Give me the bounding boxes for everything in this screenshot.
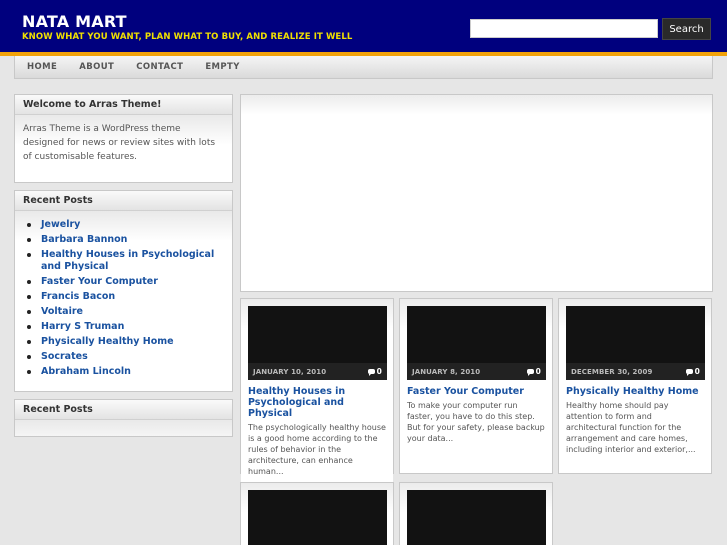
featured-slideshow[interactable] (240, 94, 713, 292)
recent-post-link[interactable]: Faster Your Computer (25, 276, 224, 288)
post-date: DECEMBER 30, 2009 (571, 367, 653, 376)
post-card (399, 482, 553, 545)
post-thumbnail[interactable] (248, 490, 387, 545)
post-title[interactable]: Healthy Houses in Psychological and Phys… (248, 380, 386, 419)
post-title[interactable]: Faster Your Computer (407, 380, 545, 397)
widget-title: Recent Posts (15, 400, 232, 420)
recent-posts-widget: Recent Posts Jewelry Barbara Bannon Heal… (14, 190, 233, 392)
post-meta: JANUARY 8, 2010 0 (407, 363, 546, 380)
welcome-widget: Welcome to Arras Theme! Arras Theme is a… (14, 94, 233, 183)
post-card: DECEMBER 30, 2009 0 Physically Healthy H… (558, 298, 712, 474)
post-thumbnail[interactable]: JANUARY 8, 2010 0 (407, 306, 546, 380)
post-thumbnail[interactable] (407, 490, 546, 545)
site-tagline: KNOW WHAT YOU WANT, PLAN WHAT TO BUY, AN… (22, 32, 353, 42)
recent-post-link[interactable]: Barbara Bannon (25, 234, 224, 246)
recent-post-link[interactable]: Physically Healthy Home (25, 336, 224, 348)
nav-item-empty[interactable]: EMPTY (194, 62, 250, 72)
post-card: JANUARY 10, 2010 0 Healthy Houses in Psy… (240, 298, 394, 483)
welcome-text: Arras Theme is a WordPress theme designe… (15, 115, 232, 182)
post-thumbnail[interactable]: JANUARY 10, 2010 0 (248, 306, 387, 380)
post-meta: DECEMBER 30, 2009 0 (566, 363, 705, 380)
site-header: NATA MART KNOW WHAT YOU WANT, PLAN WHAT … (0, 0, 727, 52)
comment-icon (685, 369, 693, 376)
post-excerpt: Healthy home should pay attention to for… (566, 401, 696, 454)
recent-posts-widget-2: Recent Posts (14, 399, 233, 437)
comment-count[interactable]: 0 (685, 367, 700, 376)
comment-icon (526, 369, 534, 376)
nav-item-home[interactable]: HOME (15, 62, 68, 72)
recent-post-link[interactable]: Healthy Houses in Psychological and Phys… (25, 249, 224, 273)
nav-item-about[interactable]: ABOUT (68, 62, 125, 72)
search-button[interactable]: Search (662, 18, 711, 40)
comment-icon (367, 369, 375, 376)
nav-item-contact[interactable]: CONTACT (125, 62, 194, 72)
recent-post-link[interactable]: Francis Bacon (25, 291, 224, 303)
post-thumbnail[interactable]: DECEMBER 30, 2009 0 (566, 306, 705, 380)
recent-post-link[interactable]: Harry S Truman (25, 321, 224, 333)
recent-post-link[interactable]: Abraham Lincoln (25, 366, 224, 378)
recent-post-link[interactable]: Jewelry (25, 219, 224, 231)
post-card (240, 482, 394, 545)
post-excerpt: To make your computer run faster, you ha… (407, 401, 545, 443)
comment-count[interactable]: 0 (526, 367, 541, 376)
post-meta: JANUARY 10, 2010 0 (248, 363, 387, 380)
post-date: JANUARY 10, 2010 (253, 367, 327, 376)
widget-title: Welcome to Arras Theme! (15, 95, 232, 115)
search-input[interactable] (470, 19, 658, 38)
site-title[interactable]: NATA MART (22, 12, 127, 31)
main-nav: HOME ABOUT CONTACT EMPTY (14, 56, 713, 79)
recent-posts-list: Jewelry Barbara Bannon Healthy Houses in… (23, 219, 224, 378)
recent-post-link[interactable]: Socrates (25, 351, 224, 363)
recent-post-link[interactable]: Voltaire (25, 306, 224, 318)
comment-count[interactable]: 0 (367, 367, 382, 376)
post-date: JANUARY 8, 2010 (412, 367, 481, 376)
post-excerpt: The psychologically healthy house is a g… (248, 423, 386, 476)
post-card: JANUARY 8, 2010 0 Faster Your Computer T… (399, 298, 553, 474)
widget-title: Recent Posts (15, 191, 232, 211)
post-title[interactable]: Physically Healthy Home (566, 380, 704, 397)
